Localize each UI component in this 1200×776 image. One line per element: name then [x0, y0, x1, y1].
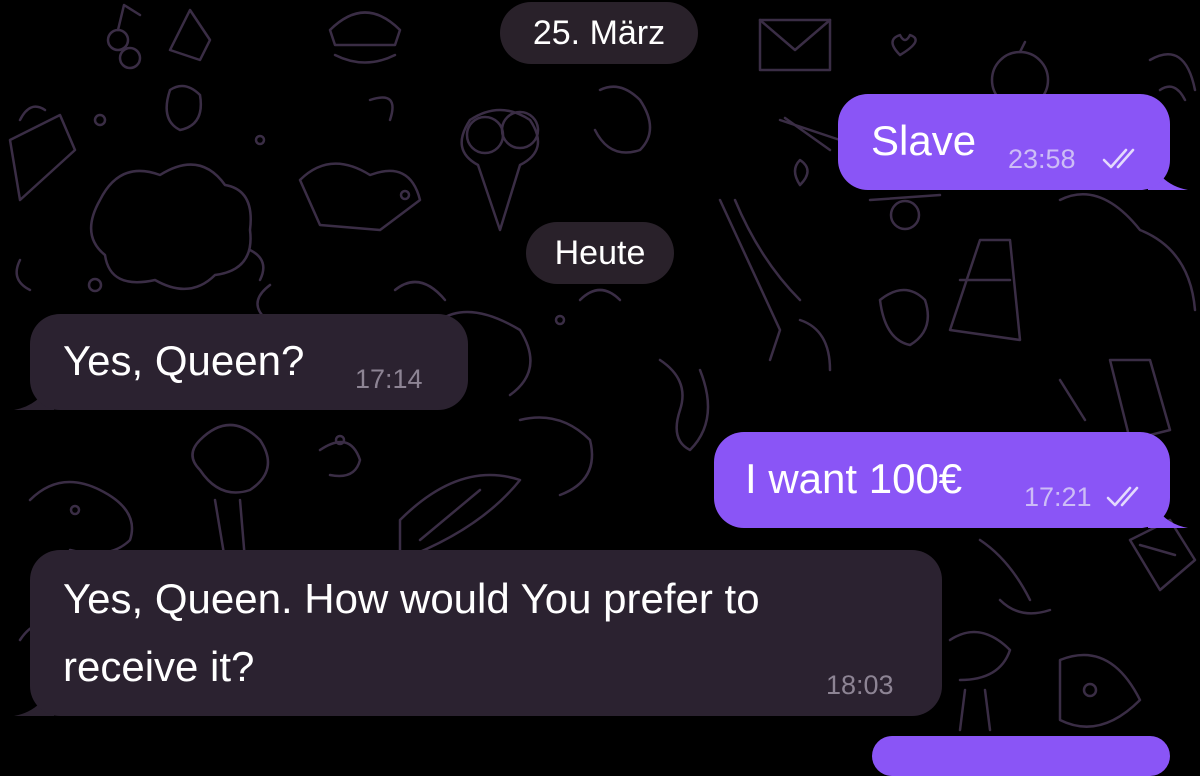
message-incoming[interactable]: Yes, Queen. How would You prefer to rece… — [14, 550, 942, 716]
message-time: 17:21 — [1024, 482, 1092, 512]
message-text: I want 100€ — [745, 455, 963, 502]
message-outgoing[interactable]: Slave 23:58 — [838, 94, 1188, 190]
message-text-line: Yes, Queen. How would You prefer to — [63, 575, 760, 622]
message-time: 17:14 — [355, 364, 423, 394]
double-check-icon — [1106, 486, 1139, 507]
date-separator: 25. März — [500, 2, 698, 64]
message-outgoing[interactable]: I want 100€ 17:21 — [714, 432, 1188, 528]
message-incoming[interactable]: Yes, Queen? 17:14 — [14, 314, 468, 410]
message-outgoing-partial[interactable] — [872, 736, 1170, 776]
date-separator-label: Heute — [554, 234, 646, 272]
message-time: 23:58 — [1008, 144, 1076, 174]
date-separator: Heute — [526, 222, 674, 284]
date-separator-label: 25. März — [532, 14, 666, 52]
double-check-icon — [1102, 148, 1135, 169]
message-text: Slave — [871, 117, 977, 164]
message-text: Yes, Queen? — [63, 337, 305, 384]
message-time: 18:03 — [826, 670, 894, 700]
message-text-line: receive it? — [63, 643, 255, 690]
